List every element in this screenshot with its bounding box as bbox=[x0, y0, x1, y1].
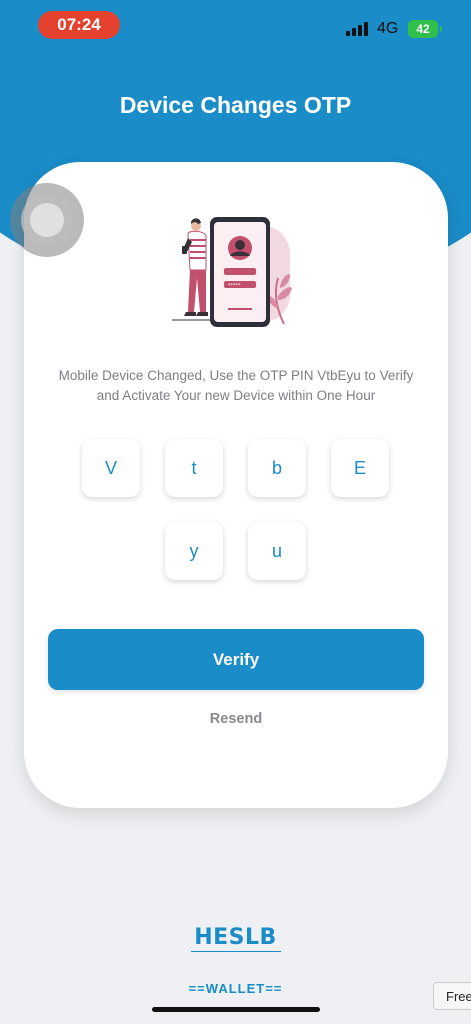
assistive-touch-icon[interactable] bbox=[10, 183, 84, 257]
otp-message: Mobile Device Changed, Use the OTP PIN V… bbox=[58, 368, 414, 403]
otp-card: ***** Mobile Device Changed, Use the OTP… bbox=[24, 162, 448, 808]
status-bar: 07:24 4G 42 bbox=[0, 0, 471, 54]
logo-text: HESLB bbox=[194, 925, 277, 950]
home-indicator[interactable] bbox=[152, 1007, 320, 1012]
otp-digit-4[interactable]: E bbox=[331, 439, 389, 497]
svg-text:*****: ***** bbox=[228, 283, 241, 289]
status-time: 07:24 bbox=[38, 11, 120, 39]
otp-digit-2[interactable]: t bbox=[165, 439, 223, 497]
heslb-logo: HESLB bbox=[0, 926, 471, 958]
free-tab[interactable]: Free bbox=[433, 982, 471, 1010]
wallet-label: ==WALLET== bbox=[188, 981, 283, 996]
otp-digit-3[interactable]: b bbox=[248, 439, 306, 497]
resend-link[interactable]: Resend bbox=[24, 711, 448, 727]
otp-digit-5[interactable]: y bbox=[165, 522, 223, 580]
person-with-phone-illustration: ***** bbox=[172, 217, 292, 327]
network-type: 4G bbox=[377, 20, 399, 37]
otp-digit-1[interactable]: V bbox=[82, 439, 140, 497]
battery-level: 42 bbox=[416, 22, 430, 36]
logo-tagline-graphic bbox=[190, 951, 281, 958]
otp-digit-6[interactable]: u bbox=[248, 522, 306, 580]
verify-button[interactable]: Verify bbox=[48, 629, 424, 690]
signal-icon bbox=[346, 22, 370, 36]
page-title: Device Changes OTP bbox=[119, 92, 352, 118]
screen: 07:24 4G 42 Device Changes OTP ***** Mob… bbox=[0, 0, 471, 1024]
battery-icon: 42 bbox=[408, 20, 442, 38]
